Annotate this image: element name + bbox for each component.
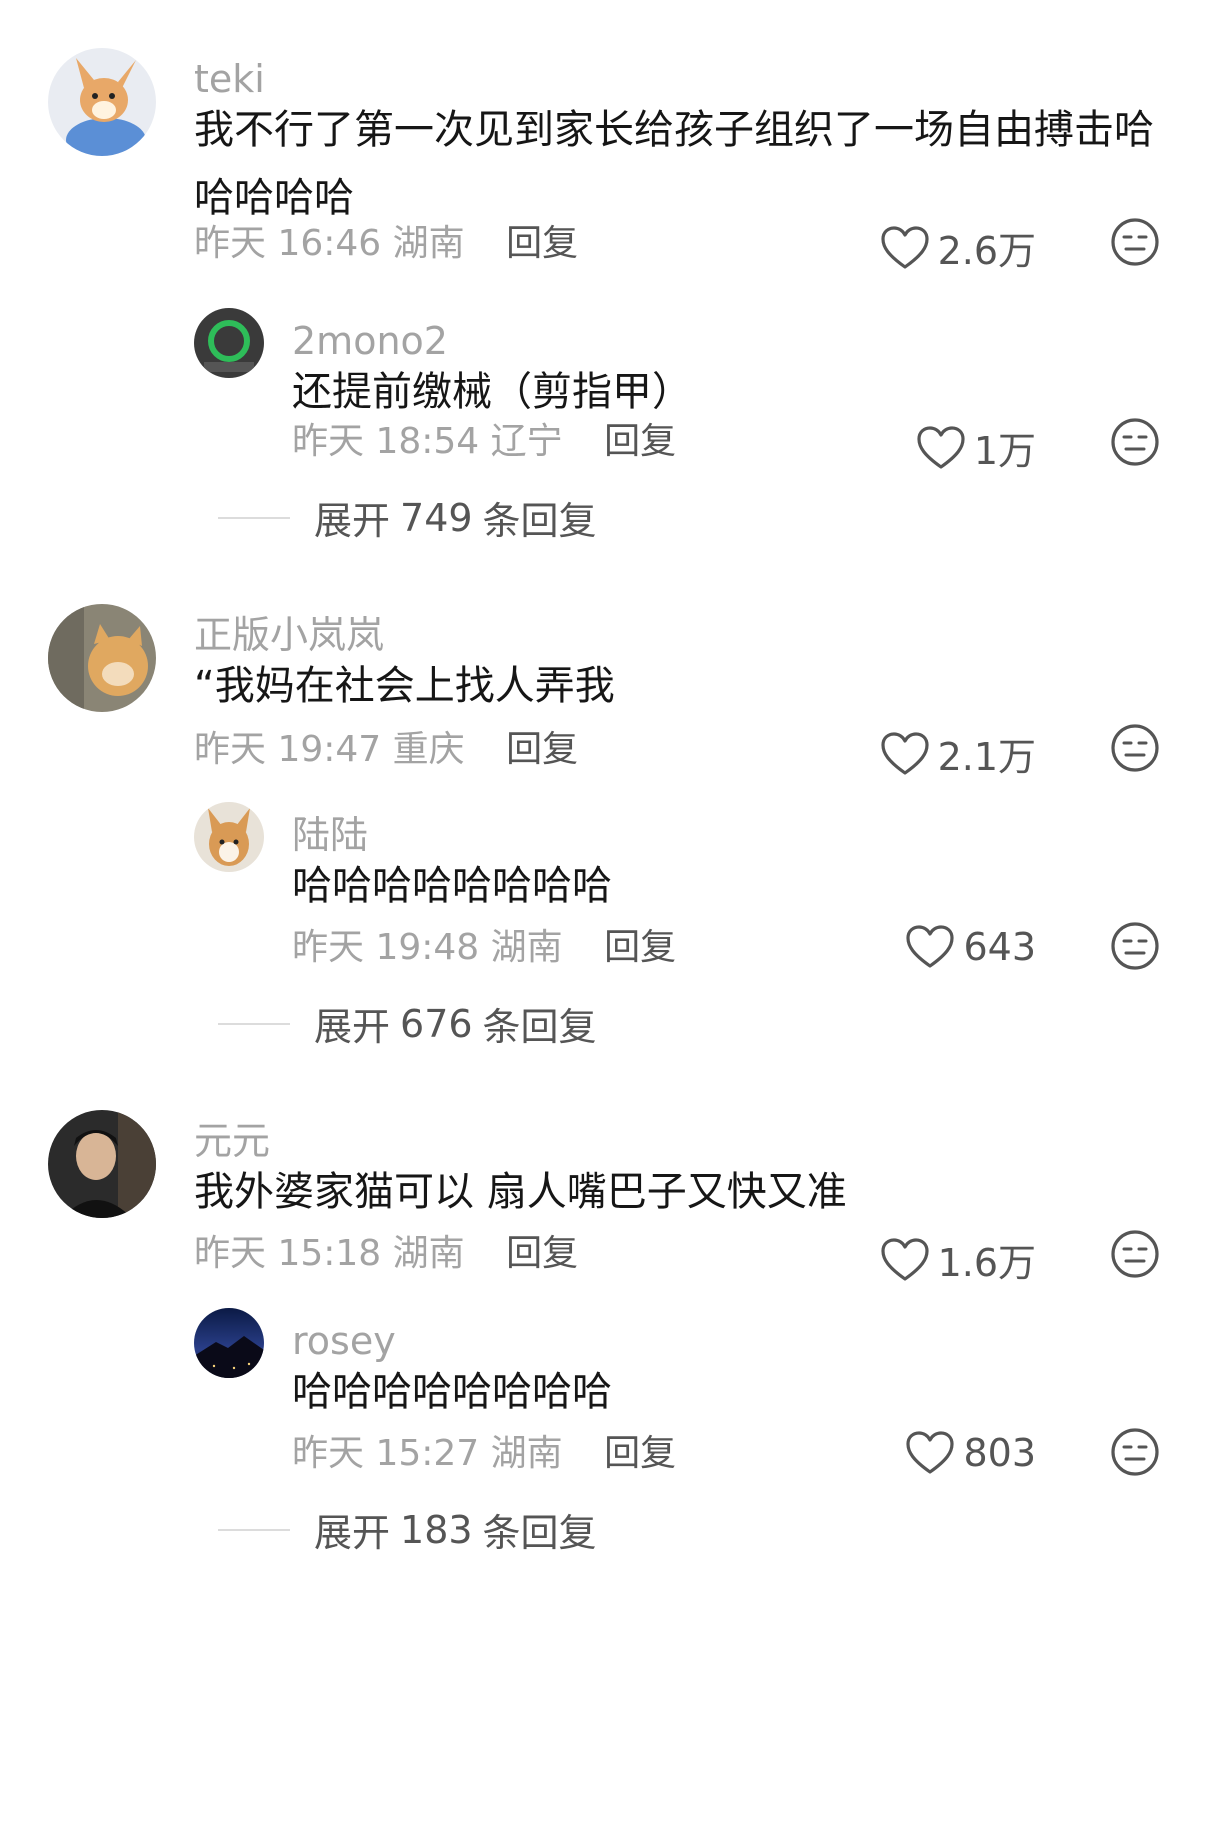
dislike-button[interactable]	[1109, 416, 1161, 468]
dislike-button[interactable]	[1109, 1228, 1161, 1280]
username[interactable]: rosey	[292, 1322, 396, 1360]
like-button[interactable]: 2.6万	[836, 220, 1036, 275]
expand-prefix: 展开	[314, 499, 391, 543]
username[interactable]: teki	[194, 60, 265, 98]
reply-button[interactable]: 回复	[604, 421, 676, 462]
avatar[interactable]	[194, 1308, 264, 1378]
divider	[218, 1022, 290, 1025]
comment-time: 昨天 15:18	[194, 1233, 382, 1274]
like-count: 643	[963, 925, 1036, 969]
expand-suffix: 条回复	[482, 1511, 597, 1555]
avatar[interactable]	[48, 604, 156, 712]
reply-button[interactable]: 回复	[604, 1433, 676, 1474]
comment-text: 我不行了第一次见到家长给孩子组织了一场自由搏击哈哈哈哈哈	[194, 107, 1154, 221]
comment-time: 昨天 18:54	[292, 421, 480, 462]
comment-time: 昨天 19:48	[292, 927, 480, 968]
like-count: 2.1万	[937, 735, 1036, 779]
comment-location: 辽宁	[490, 421, 563, 462]
username[interactable]: 正版小岚岚	[194, 616, 384, 654]
divider	[218, 1528, 290, 1531]
meh-face-icon	[1111, 418, 1159, 466]
dislike-button[interactable]	[1109, 722, 1161, 774]
like-button[interactable]: 803	[836, 1430, 1036, 1476]
expand-replies-button[interactable]: 展开 183 条回复	[218, 1502, 597, 1557]
comment-location: 重庆	[392, 729, 465, 770]
like-count: 1万	[973, 429, 1036, 473]
like-count: 803	[963, 1431, 1036, 1475]
comment-text: 哈哈哈哈哈哈哈哈	[292, 863, 612, 909]
avatar[interactable]	[194, 802, 264, 872]
meh-face-icon	[1111, 922, 1159, 970]
reply-count: 749	[400, 495, 473, 540]
heart-outline-icon	[880, 731, 930, 777]
reply-count: 183	[400, 1507, 473, 1552]
comment-location: 湖南	[392, 1233, 465, 1274]
meh-face-icon	[1111, 218, 1159, 266]
username[interactable]: 陆陆	[292, 816, 368, 854]
expand-prefix: 展开	[314, 1005, 391, 1049]
like-button[interactable]: 1万	[836, 420, 1036, 475]
expand-replies-button[interactable]: 展开 749 条回复	[218, 490, 597, 545]
expand-suffix: 条回复	[482, 499, 597, 543]
heart-outline-icon	[916, 425, 966, 471]
comment-meta: 昨天 18:54 辽宁 回复	[292, 424, 676, 460]
comment-time: 昨天 15:27	[292, 1433, 480, 1474]
reply-button[interactable]: 回复	[506, 729, 578, 770]
like-button[interactable]: 1.6万	[836, 1232, 1036, 1287]
like-button[interactable]: 643	[836, 924, 1036, 970]
comment-meta: 昨天 15:27 湖南 回复	[292, 1436, 676, 1472]
meh-face-icon	[1111, 1428, 1159, 1476]
dislike-button[interactable]	[1109, 1426, 1161, 1478]
comment-meta: 昨天 16:46 湖南 回复	[194, 226, 578, 262]
reply-button[interactable]: 回复	[604, 927, 676, 968]
comment-meta: 昨天 19:48 湖南 回复	[292, 930, 676, 966]
dislike-button[interactable]	[1109, 920, 1161, 972]
comment-meta: 昨天 15:18 湖南 回复	[194, 1236, 578, 1272]
username[interactable]: 2mono2	[292, 322, 448, 360]
heart-outline-icon	[905, 924, 955, 970]
like-count: 1.6万	[937, 1241, 1036, 1285]
reply-count: 676	[400, 1001, 473, 1046]
reply-button[interactable]: 回复	[506, 1233, 578, 1274]
expand-suffix: 条回复	[482, 1005, 597, 1049]
like-count: 2.6万	[937, 229, 1036, 273]
avatar[interactable]	[48, 48, 156, 156]
heart-outline-icon	[905, 1430, 955, 1476]
comment-time: 昨天 19:47	[194, 729, 382, 770]
meh-face-icon	[1111, 1230, 1159, 1278]
reply-button[interactable]: 回复	[506, 223, 578, 264]
heart-outline-icon	[880, 1237, 930, 1283]
heart-outline-icon	[880, 225, 930, 271]
comment-location: 湖南	[490, 927, 563, 968]
like-button[interactable]: 2.1万	[836, 726, 1036, 781]
comment-text: 哈哈哈哈哈哈哈哈	[292, 1369, 612, 1415]
expand-replies-button[interactable]: 展开 676 条回复	[218, 996, 597, 1051]
comment-location: 湖南	[490, 1433, 563, 1474]
comment-text: “我妈在社会上找人弄我	[194, 663, 615, 709]
comment-text: 我外婆家猫可以 扇人嘴巴子又快又准	[194, 1169, 847, 1215]
comment-text: 还提前缴械（剪指甲）	[292, 369, 692, 415]
comment-location: 湖南	[392, 223, 465, 264]
meh-face-icon	[1111, 724, 1159, 772]
divider	[218, 516, 290, 519]
expand-prefix: 展开	[314, 1511, 391, 1555]
avatar[interactable]	[48, 1110, 156, 1218]
username[interactable]: 元元	[194, 1122, 270, 1160]
comment-time: 昨天 16:46	[194, 223, 382, 264]
comment-meta: 昨天 19:47 重庆 回复	[194, 732, 578, 768]
dislike-button[interactable]	[1109, 216, 1161, 268]
avatar[interactable]	[194, 308, 264, 378]
